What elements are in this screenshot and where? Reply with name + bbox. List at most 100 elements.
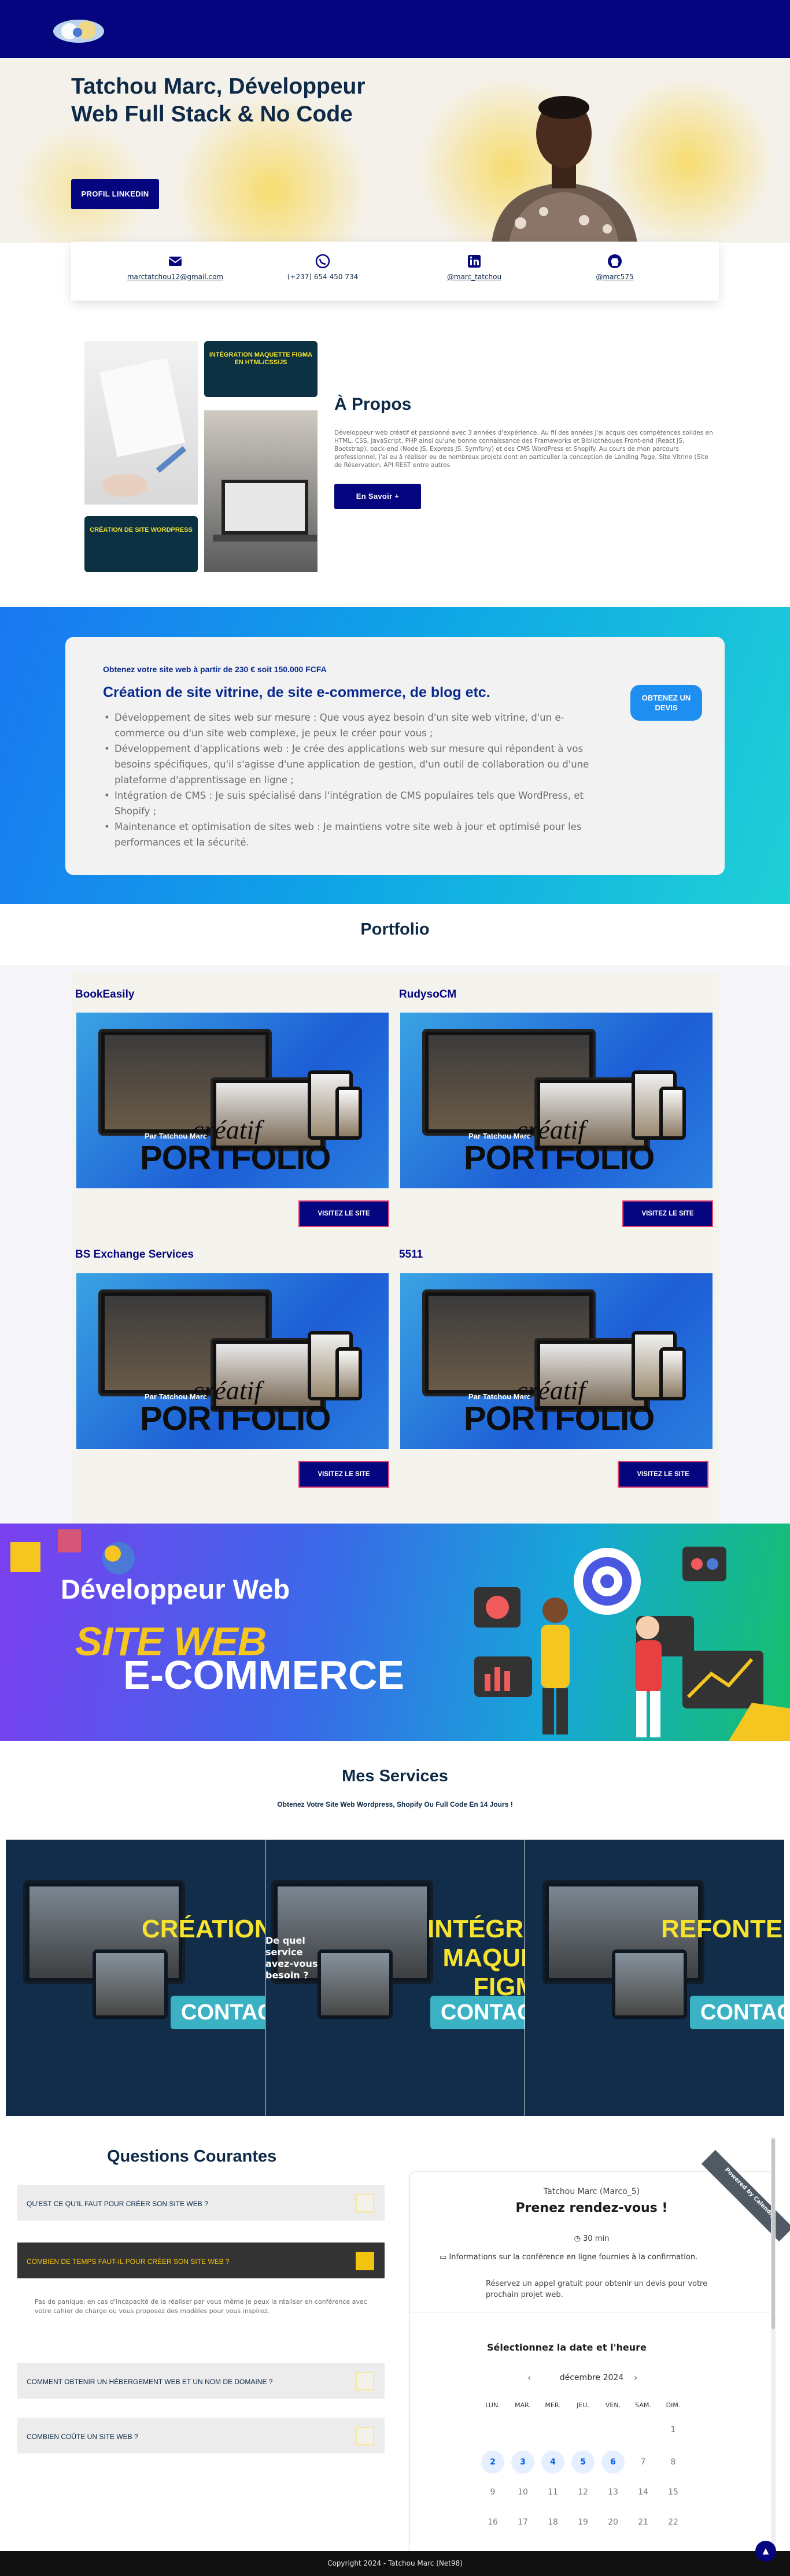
project-image[interactable]: créatif Par Tatchou Marc PORTFOLIO — [400, 1013, 713, 1188]
contact-bar: marctatchou12@gmail.com (+237) 654 450 7… — [71, 242, 719, 301]
back-to-top-button[interactable]: ▲ — [755, 2541, 776, 2562]
project-image-word: PORTFOLIO — [464, 1139, 655, 1177]
project-image-word: PORTFOLIO — [140, 1400, 331, 1437]
faq-answer: Pas de panique, en cas d'incapacité de l… — [35, 2298, 367, 2315]
booking-duration: ◷ 30 min — [409, 2234, 774, 2243]
faq-question-text: COMBIEN DE TEMPS FAUT-IL POUR CRÉER SON … — [27, 2258, 230, 2266]
contact-whatsapp[interactable]: (+237) 654 450 734 — [265, 253, 381, 281]
calendar-day: 14 — [638, 2488, 648, 2497]
top-navbar — [0, 0, 790, 58]
service-card-cta[interactable]: CONTACTEZ — [430, 1996, 525, 2029]
calendar-day: 13 — [608, 2488, 618, 2497]
faq-toggle-icon — [356, 2372, 374, 2390]
service-card-title: CRÉATION DE WORDPRESS — [142, 1915, 265, 1943]
visit-site-button[interactable]: VISITEZ LE SITE — [298, 1200, 389, 1227]
service-card-cta[interactable]: CONTACTEZ — [171, 1996, 265, 2029]
calendar-day: 22 — [668, 2518, 678, 2527]
about-image-workspace — [84, 341, 198, 505]
banner-subtitle: Développeur Web — [61, 1574, 290, 1604]
service-card[interactable]: De quel service avez-vous besoin ? INTÉG… — [265, 1840, 525, 2116]
faq-question[interactable]: COMBIEN COÛTE UN SITE WEB ? — [17, 2418, 385, 2453]
calendar-day: 21 — [638, 2518, 648, 2527]
calendar-day: 19 — [578, 2518, 588, 2527]
weekday-label: LUN. — [485, 2401, 500, 2409]
github-icon — [608, 254, 622, 268]
calendar-day[interactable]: 6 — [601, 2451, 625, 2474]
booking-description: Réservez un appel gratuit pour obtenir u… — [486, 2280, 708, 2299]
faq-toggle-icon — [356, 2427, 374, 2445]
calendar-day: 12 — [578, 2488, 588, 2497]
calendar-month: décembre 2024 — [559, 2373, 624, 2382]
calendar-day: 1 — [670, 2425, 676, 2434]
project-name: BS Exchange Services — [75, 1248, 194, 1261]
project-image-word: PORTFOLIO — [464, 1400, 655, 1437]
email-icon — [168, 257, 182, 266]
visit-site-button[interactable]: VISITEZ LE SITE — [618, 1461, 708, 1488]
booking-title: Prenez rendez-vous ! — [515, 2201, 668, 2215]
booking-info: ▭ Informations sur la conférence en lign… — [440, 2253, 763, 2262]
contact-linkedin[interactable]: @marc_tatchou — [416, 253, 532, 281]
offer-item: Développement d'applications web : Je cr… — [103, 741, 612, 788]
weekday-label: DIM. — [666, 2401, 681, 2409]
video-icon: ▭ — [440, 2253, 449, 2262]
service-card-cta[interactable]: CONTACTEZ — [690, 1996, 784, 2029]
site-logo[interactable] — [52, 17, 105, 45]
about-title: À Propos — [334, 395, 412, 414]
booking-info-text: Informations sur la conférence en ligne … — [449, 2253, 698, 2262]
about-text: Développeur web créatif et passionné ave… — [334, 429, 713, 469]
project-name: BookEasily — [75, 988, 135, 1000]
get-quote-button[interactable]: OBTENEZ UN DEVIS — [630, 685, 702, 721]
visit-site-button[interactable]: VISITEZ LE SITE — [622, 1200, 713, 1227]
about-image-laptop — [204, 410, 318, 572]
calendar-day[interactable]: 2 — [481, 2451, 504, 2474]
footer: Copyright 2024 - Tatchou Marc (Net98) — [0, 2551, 790, 2576]
booking-duration-text: 30 min — [583, 2234, 610, 2243]
contact-github[interactable]: @marc575 — [557, 253, 673, 281]
services-subtitle: Obtenez Votre Site Web Wordpress, Shopif… — [277, 1800, 513, 1808]
calendar-day: 9 — [490, 2488, 496, 2497]
calendar-day: 7 — [640, 2458, 646, 2467]
project-image[interactable]: créatif Par Tatchou Marc PORTFOLIO — [76, 1273, 389, 1449]
offer-list: Développement de sites web sur mesure : … — [103, 710, 612, 850]
project-image[interactable]: créatif Par Tatchou Marc PORTFOLIO — [76, 1013, 389, 1188]
calendar-day[interactable]: 5 — [571, 2451, 595, 2474]
calendar-day[interactable]: 3 — [511, 2451, 534, 2474]
faq-question-active[interactable]: COMBIEN DE TEMPS FAUT-IL POUR CRÉER SON … — [17, 2243, 385, 2278]
hero-title: Tatchou Marc, Développeur Web Full Stack… — [71, 74, 366, 127]
widget-scrollbar-thumb[interactable] — [771, 2138, 775, 2329]
project-image-word: PORTFOLIO — [140, 1139, 331, 1177]
portfolio-title: Portfolio — [360, 920, 430, 939]
calendar-day: 17 — [518, 2518, 528, 2527]
calendar-day: 18 — [548, 2518, 558, 2527]
calendar-day: 15 — [668, 2488, 678, 2497]
faq-toggle-icon — [356, 2252, 374, 2270]
contact-email[interactable]: marctatchou12@gmail.com — [117, 253, 233, 281]
contact-linkedin-text: @marc_tatchou — [446, 273, 502, 281]
faq-toggle-icon — [356, 2194, 374, 2212]
service-card[interactable]: CRÉATION DE WORDPRESS CONTACTEZ — [6, 1840, 265, 2116]
contact-whatsapp-text: (+237) 654 450 734 — [287, 273, 359, 281]
faq-question-text: COMMENT OBTENIR UN HÉBERGEMENT WEB ET UN… — [27, 2378, 273, 2386]
about-badge-figma: INTÉGRATION MAQUETTE FIGMA EN HTML/CSS/J… — [204, 341, 318, 397]
calendar-day: 11 — [548, 2488, 558, 2497]
offer-item: Maintenance et optimisation de sites web… — [103, 819, 612, 850]
about-more-button[interactable]: En Savoir + — [334, 484, 421, 509]
faq-question[interactable]: COMMENT OBTENIR UN HÉBERGEMENT WEB ET UN… — [17, 2363, 385, 2399]
offer-title: Création de site vitrine, de site e-comm… — [103, 684, 490, 700]
weekday-label: MER. — [545, 2401, 561, 2409]
weekday-label: SAM. — [635, 2401, 651, 2409]
about-badge-wordpress: CRÉATION DE SITE WORDPRESS — [84, 516, 198, 572]
service-card[interactable]: REFONTE DE SITE WORDPRESS CONTACTEZ — [525, 1840, 784, 2116]
banner-headline-2: E-COMMERCE — [123, 1652, 405, 1697]
service-card-overlay: De quel service avez-vous besoin ? — [265, 1935, 318, 1981]
calendar-day: 16 — [488, 2518, 498, 2527]
faq-question[interactable]: QU'EST CE QU'IL FAUT POUR CRÉER SON SITE… — [17, 2185, 385, 2221]
visit-site-button[interactable]: VISITEZ LE SITE — [298, 1461, 389, 1488]
calendar-day[interactable]: 4 — [541, 2451, 564, 2474]
contact-github-text: @marc575 — [596, 273, 634, 281]
next-month-icon[interactable]: › — [634, 2372, 637, 2383]
calendar-day: 8 — [670, 2458, 676, 2467]
project-image[interactable]: créatif Par Tatchou Marc PORTFOLIO — [400, 1273, 713, 1449]
profile-photo — [486, 84, 642, 243]
linkedin-profile-button[interactable]: PROFIL LINKEDIN — [71, 179, 159, 209]
